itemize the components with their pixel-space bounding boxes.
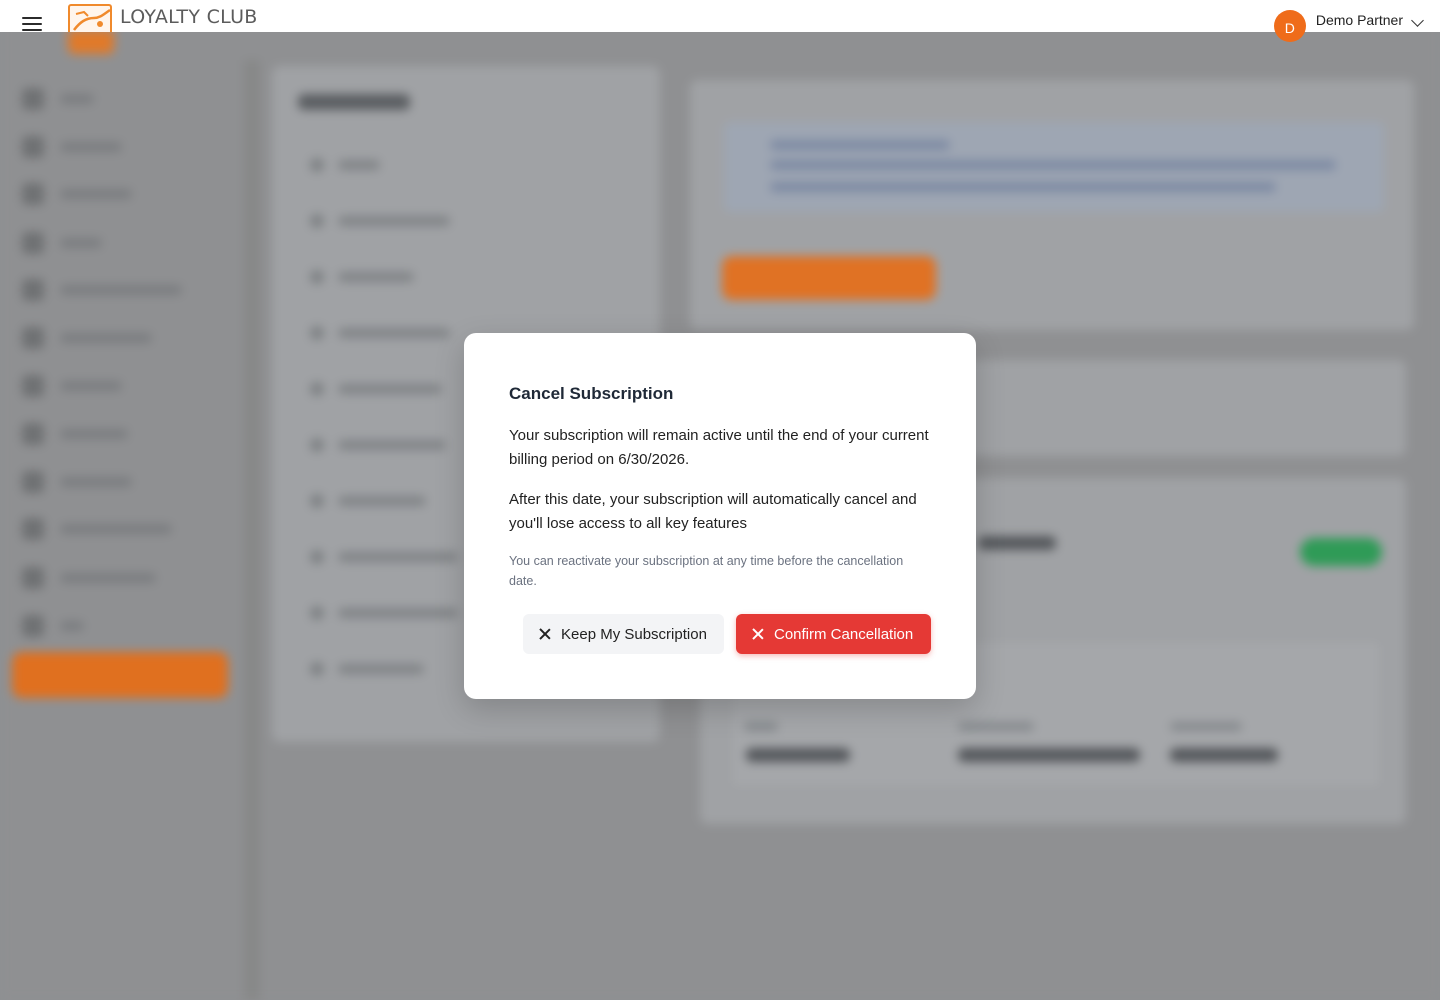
avatar: D bbox=[1273, 10, 1306, 42]
settings-menu-item bbox=[310, 550, 458, 564]
background-status-pill bbox=[1300, 538, 1382, 566]
sidebar-divider bbox=[244, 60, 260, 1000]
keep-subscription-button[interactable]: Keep My Subscription bbox=[523, 614, 724, 654]
sidebar-item bbox=[22, 518, 172, 540]
sidebar-item bbox=[22, 232, 102, 254]
loyalty-club-logo-icon bbox=[68, 4, 112, 32]
background-value-line bbox=[1170, 748, 1278, 762]
dialog-paragraph-after-date: After this date, your subscription will … bbox=[509, 491, 917, 532]
settings-menu-item bbox=[310, 158, 380, 172]
background-value-line bbox=[958, 748, 1140, 762]
settings-menu-item bbox=[310, 326, 450, 340]
background-action-button bbox=[722, 256, 936, 300]
sidebar-item bbox=[22, 136, 122, 158]
background-line bbox=[744, 722, 778, 731]
background-line bbox=[958, 722, 1034, 731]
sidebar-item-active bbox=[12, 652, 228, 698]
sidebar-item bbox=[22, 327, 152, 349]
dialog-paragraph-active-until: Your subscription will remain active unt… bbox=[509, 427, 929, 468]
settings-menu-item bbox=[310, 606, 458, 620]
settings-menu-item bbox=[310, 214, 450, 228]
close-icon bbox=[752, 628, 764, 640]
sidebar-item bbox=[22, 471, 132, 493]
sidebar-item bbox=[22, 423, 128, 445]
info-banner-line bbox=[770, 182, 1276, 192]
sidebar-item bbox=[22, 615, 84, 637]
confirm-cancellation-label: Confirm Cancellation bbox=[774, 625, 914, 643]
settings-menu-item bbox=[310, 270, 414, 284]
dialog-reactivate-note: You can reactivate your subscription at … bbox=[509, 554, 904, 588]
dialog-title: Cancel Subscription bbox=[509, 384, 674, 403]
background-heading-line bbox=[978, 536, 1056, 550]
cancel-subscription-dialog: Cancel Subscription Your subscription wi… bbox=[464, 333, 976, 699]
chevron-down-icon[interactable] bbox=[1411, 14, 1424, 27]
close-icon bbox=[539, 628, 551, 640]
settings-menu-item bbox=[310, 382, 442, 396]
settings-menu-item bbox=[310, 662, 424, 676]
info-banner-line bbox=[770, 160, 1336, 170]
top-bar: LOYALTY CLUB D Demo Partner bbox=[0, 0, 1440, 42]
brand-name: LOYALTY CLUB bbox=[120, 6, 258, 28]
user-menu[interactable]: D Demo Partner bbox=[1273, 10, 1424, 42]
confirm-cancellation-button[interactable]: Confirm Cancellation bbox=[736, 614, 931, 654]
sidebar-item bbox=[22, 375, 122, 397]
sidebar-item bbox=[22, 279, 182, 301]
user-name: Demo Partner bbox=[1315, 12, 1403, 28]
settings-menu-title bbox=[298, 94, 410, 110]
background-value-line bbox=[746, 748, 850, 762]
keep-subscription-label: Keep My Subscription bbox=[561, 625, 707, 643]
background-line bbox=[1170, 722, 1242, 731]
settings-menu-item bbox=[310, 494, 426, 508]
sidebar-item bbox=[22, 567, 156, 589]
sidebar-item bbox=[22, 88, 94, 110]
background-logo-blob bbox=[68, 30, 114, 54]
sidebar-item bbox=[22, 183, 132, 205]
menu-icon[interactable] bbox=[22, 17, 42, 31]
info-banner-line bbox=[770, 140, 950, 150]
settings-menu-item bbox=[310, 438, 446, 452]
